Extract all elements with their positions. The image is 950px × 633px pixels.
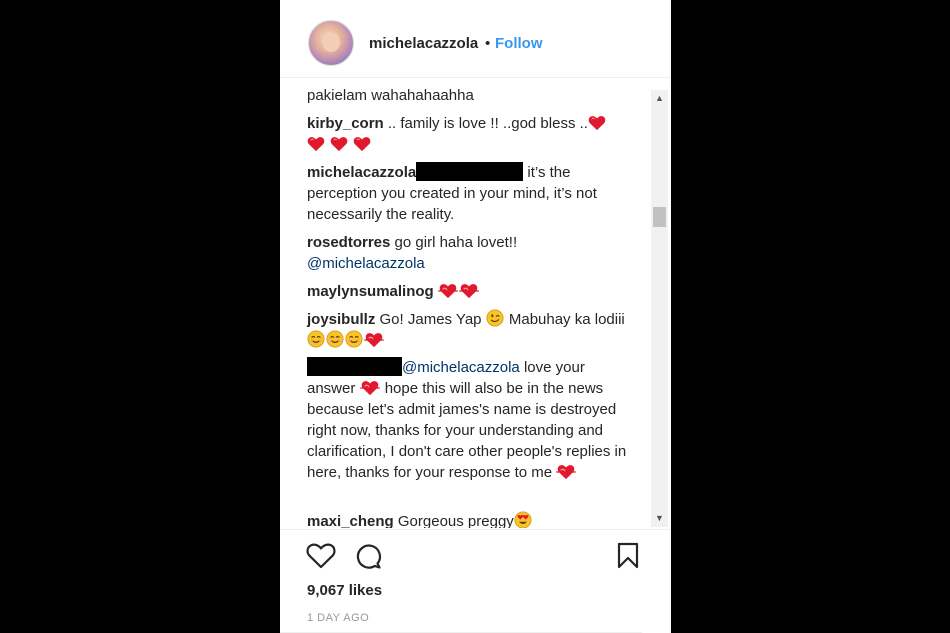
smiling-face-icon — [307, 330, 325, 348]
comment-item: rosedtorres go girl haha lovet!! @michel… — [307, 232, 637, 274]
comment-item: maxi_cheng Gorgeous preggy — [307, 511, 637, 528]
comment-username[interactable]: kirby_corn — [307, 115, 384, 132]
comment-username[interactable]: maylynsumalinog — [307, 283, 434, 300]
red-heart-icon — [307, 136, 325, 152]
comment-item: kirby_corn .. family is love !! ..god bl… — [307, 113, 637, 155]
comment-mention[interactable]: @michelacazzola — [307, 255, 425, 272]
comment-bubble-icon[interactable] — [354, 542, 382, 570]
red-heart-icon — [353, 136, 371, 152]
comment-text: go girl haha lovet!! — [390, 234, 518, 251]
beating-heart-icon — [438, 283, 458, 299]
comment-item: maylynsumalinog — [307, 281, 637, 302]
post-username[interactable]: michelacazzola — [369, 35, 478, 52]
red-heart-icon — [588, 115, 606, 131]
smiling-face-icon — [345, 330, 363, 348]
smiling-face-icon — [326, 330, 344, 348]
scroll-down-arrow-icon[interactable]: ▼ — [651, 510, 668, 527]
bookmark-icon[interactable] — [617, 542, 639, 569]
comment-item: michelacazzola it’s the perception you c… — [307, 162, 637, 225]
instagram-post-panel: michelacazzola • Follow pakielam wahahah… — [280, 0, 671, 633]
post-actions: 9,067 likes 1 DAY AGO — [280, 529, 671, 633]
comment-text: .. family is love !! ..god bless .. — [383, 115, 588, 132]
scroll-up-arrow-icon[interactable]: ▲ — [651, 90, 668, 107]
comment-username[interactable]: joysibullz — [307, 311, 375, 328]
comment-text: Gorgeous preggy — [393, 513, 514, 528]
comment-mention[interactable]: @michelacazzola — [402, 359, 520, 376]
post-timestamp[interactable]: 1 DAY AGO — [307, 612, 369, 624]
comment-username[interactable]: michelacazzola — [307, 164, 416, 181]
scroll-thumb[interactable] — [653, 207, 666, 227]
beating-heart-icon — [556, 464, 576, 480]
comment-username[interactable]: rosedtorres — [307, 234, 390, 251]
beating-heart-icon — [364, 332, 384, 348]
beating-heart-icon — [459, 283, 479, 299]
avatar[interactable] — [308, 20, 354, 66]
comment-username[interactable]: maxi_cheng — [307, 513, 394, 528]
comment-text-continued: Mabuhay ka lodiii — [504, 311, 625, 328]
post-header: michelacazzola • Follow — [280, 0, 671, 78]
beating-heart-icon — [360, 380, 380, 396]
avatar-face — [322, 32, 340, 52]
redacted-username — [307, 357, 402, 376]
comment-text: pakielam wahahahaahha — [307, 87, 474, 104]
comment-text: Go! James Yap — [375, 311, 486, 328]
comment-item: joysibullz Go! James Yap Mabuhay ka lodi… — [307, 309, 637, 351]
heart-eyes-icon — [514, 511, 532, 528]
comment-item: @michelacazzola love your answer hope th… — [307, 357, 637, 483]
comments-list[interactable]: pakielam wahahahaahha kirby_corn .. fami… — [280, 82, 648, 528]
redacted-mention — [416, 162, 524, 181]
comments-scrollbar[interactable]: ▲ ▼ — [651, 90, 668, 527]
heart-outline-icon[interactable] — [306, 542, 336, 569]
likes-count[interactable]: 9,067 likes — [307, 582, 382, 599]
comment-item: pakielam wahahahaahha — [307, 85, 637, 106]
separator-dot: • — [485, 35, 491, 52]
follow-button[interactable]: Follow — [495, 35, 543, 52]
red-heart-icon — [330, 136, 348, 152]
wink-icon — [486, 309, 504, 327]
